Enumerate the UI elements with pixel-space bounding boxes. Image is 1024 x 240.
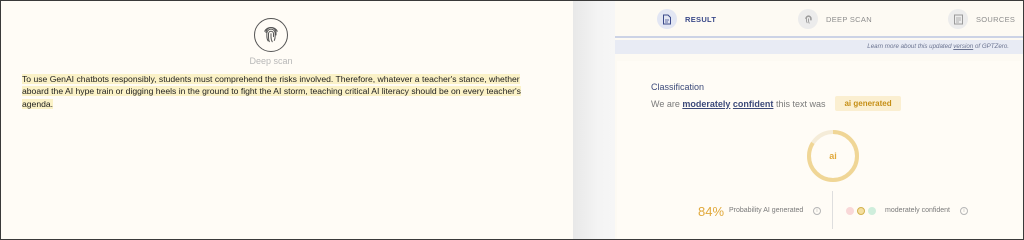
highlighted-ai-text: To use GenAI chatbots responsibly, stude…	[22, 74, 521, 109]
classification-sentence: We are moderately confident this text wa…	[651, 96, 901, 111]
info-icon[interactable]: i	[960, 207, 968, 215]
document-icon	[657, 9, 677, 29]
fingerprint-icon	[264, 26, 278, 43]
deep-scan-label: Deep scan	[249, 56, 293, 66]
result-tabs: RESULT DEEP SCAN SOURCES	[615, 1, 1023, 38]
tab-deep-scan[interactable]: DEEP SCAN	[798, 8, 872, 30]
deep-scan-button[interactable]	[254, 18, 288, 52]
pane-splitter[interactable]	[573, 1, 615, 239]
info-suffix: of GPTZero.	[974, 43, 1009, 50]
tab-deep-scan-label: DEEP SCAN	[826, 14, 872, 24]
confidence-dot-high	[868, 207, 876, 215]
confidence-dot-low	[846, 207, 854, 215]
confident-word[interactable]: confident	[733, 99, 774, 109]
classification-card: Classification We are moderately confide…	[617, 61, 1021, 239]
version-link[interactable]: version	[953, 43, 973, 50]
editor-pane: Deep scan To use GenAI chatbots responsi…	[1, 1, 573, 239]
tab-sources-label: SOURCES	[976, 14, 1016, 24]
tab-result-label: RESULT	[685, 14, 717, 24]
confidence-label: moderately confident	[885, 207, 950, 214]
vertical-divider	[832, 191, 833, 229]
fingerprint-icon	[798, 9, 818, 29]
donut-center-label: ai	[829, 151, 837, 161]
essay-text[interactable]: To use GenAI chatbots responsibly, stude…	[22, 73, 522, 110]
confidence-dot-moderate	[857, 207, 865, 215]
ai-generated-badge: ai generated	[835, 96, 901, 111]
sources-icon	[948, 9, 968, 29]
version-info-strip: Learn more about this updated version of…	[615, 40, 1023, 54]
sentence-start: We are	[651, 98, 680, 109]
results-pane: RESULT DEEP SCAN SOURCES Learn more abou…	[615, 1, 1023, 239]
probability-label: Probability AI generated	[729, 207, 804, 214]
info-prefix: Learn more about this updated	[867, 43, 952, 50]
classification-title: Classification	[651, 82, 705, 92]
probability-percent: 84%	[698, 204, 725, 219]
tab-result[interactable]: RESULT	[657, 8, 716, 30]
tab-sources[interactable]: SOURCES	[948, 8, 1015, 30]
sentence-end: this text was	[775, 98, 826, 109]
confidence-level-word[interactable]: moderately	[682, 99, 730, 109]
info-icon[interactable]: i	[813, 207, 821, 215]
